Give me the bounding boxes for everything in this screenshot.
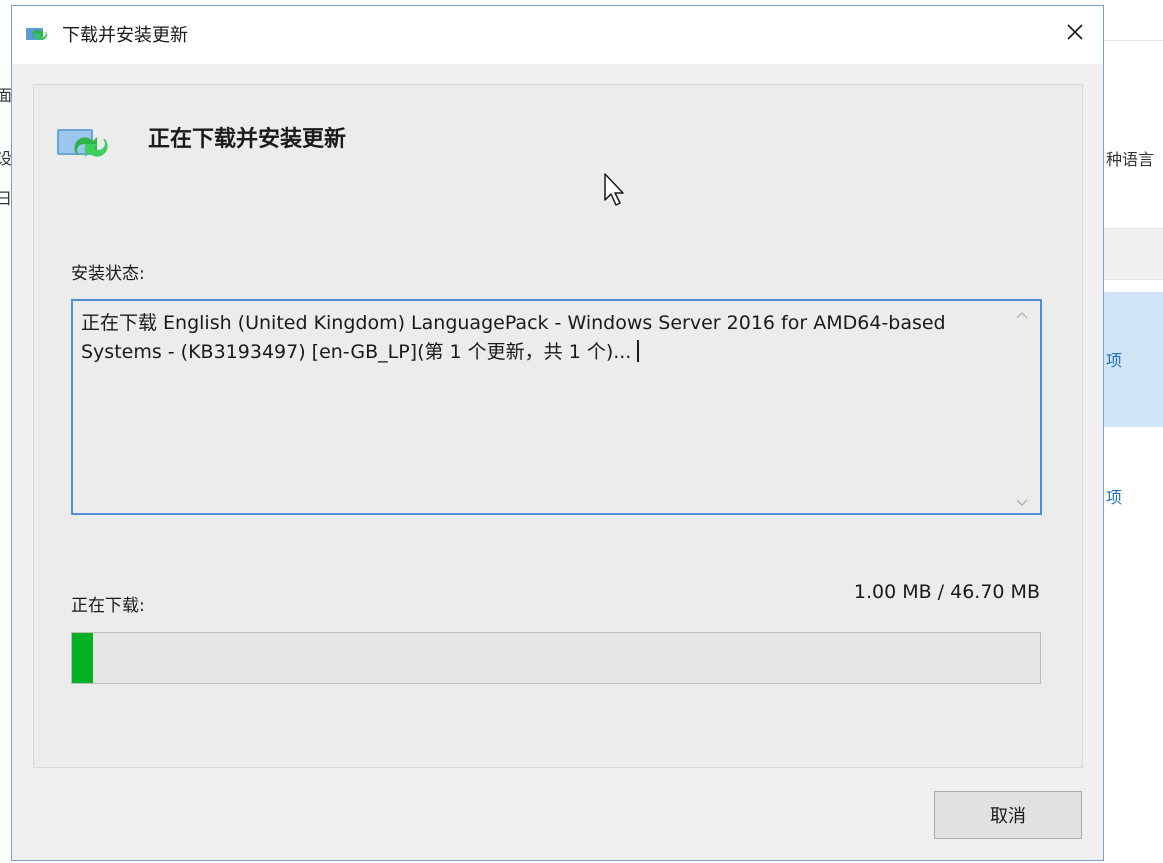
windows-update-icon [26, 28, 47, 40]
install-status-textbox[interactable]: 正在下载 English (United Kingdom) LanguagePa… [71, 299, 1042, 515]
status-label: 安装状态: [71, 264, 145, 284]
mouse-pointer-icon [604, 173, 624, 206]
title-bar[interactable]: 下载并安装更新 [12, 6, 1103, 64]
cancel-button[interactable]: 取消 [934, 791, 1082, 839]
close-button[interactable] [1047, 6, 1103, 58]
background-link[interactable]: 项 [1106, 347, 1122, 371]
download-progress-bar [71, 632, 1041, 684]
close-icon [1067, 24, 1083, 40]
status-text: 正在下载 English (United Kingdom) LanguagePa… [81, 312, 946, 363]
progress-fill [72, 633, 93, 683]
background-divider [1103, 40, 1163, 41]
text-caret [637, 340, 640, 362]
download-size: 1.00 MB / 46.70 MB [853, 581, 1040, 603]
background-list-header [1103, 228, 1163, 280]
update-dialog: 下载并安装更新 正在下载并安装更新 安装状态: 正在下载 English (Un… [11, 5, 1104, 861]
dialog-title: 下载并安装更新 [62, 25, 188, 46]
chevron-up-icon[interactable] [1016, 311, 1028, 319]
background-text-fragment: 种语言 [1106, 150, 1155, 169]
background-link[interactable]: 项 [1106, 484, 1122, 508]
windows-update-icon [57, 129, 108, 157]
download-label: 正在下载: [71, 596, 145, 616]
chevron-down-icon[interactable] [1016, 499, 1028, 507]
page-title: 正在下载并安装更新 [148, 127, 347, 152]
